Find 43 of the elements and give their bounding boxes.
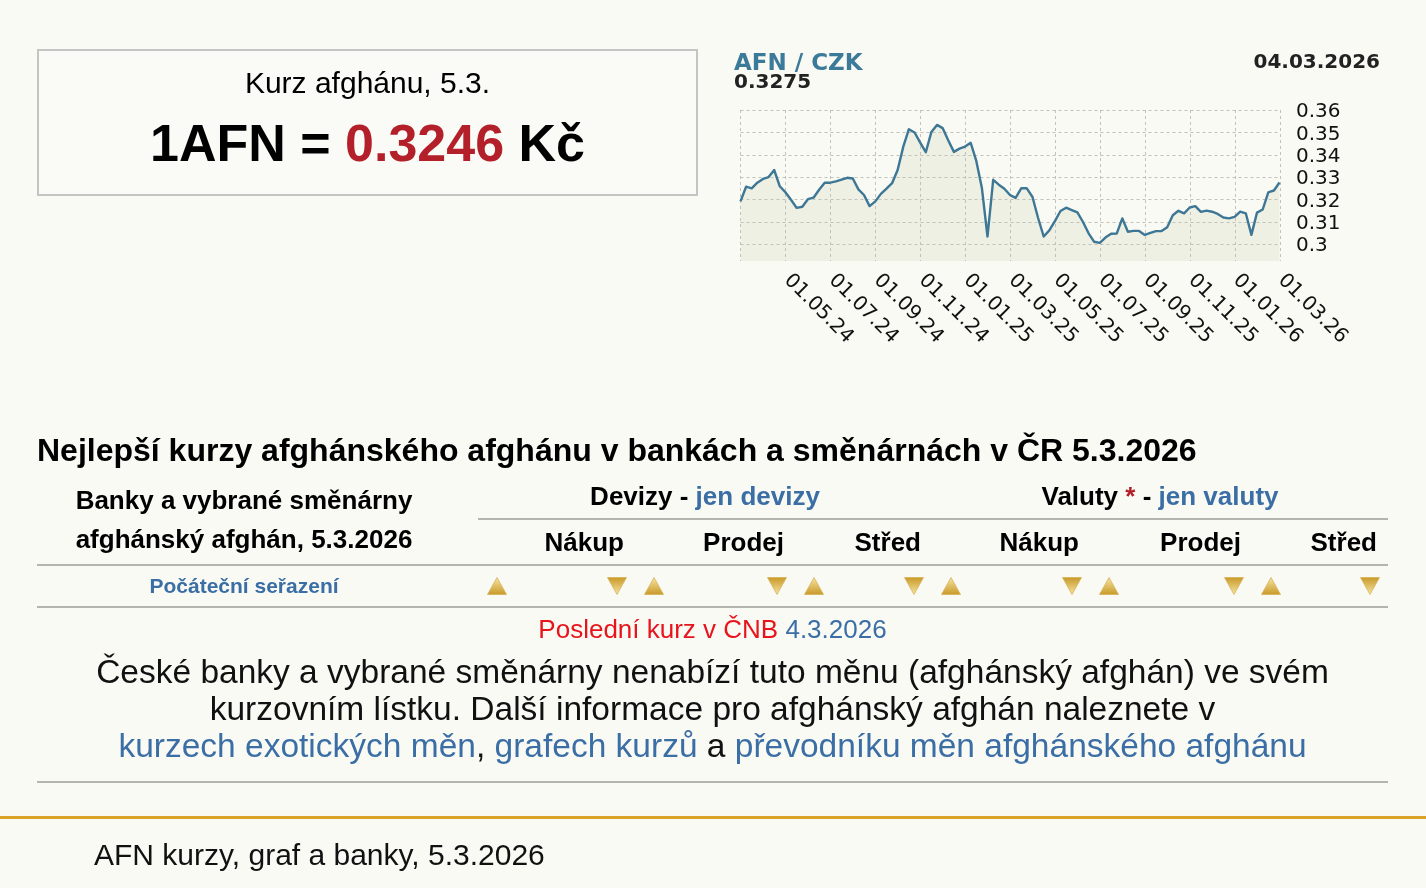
filter-link[interactable]: jen valuty xyxy=(1158,481,1279,511)
column-header: Prodej xyxy=(1159,525,1242,559)
y-axis-label: 0.31 xyxy=(1296,209,1341,234)
exchange-rate: 1AFN = 0.3246 Kč xyxy=(150,113,585,173)
cnb-note: Poslední kurz v ČNB 4.3.2026 xyxy=(537,614,888,644)
date-link[interactable]: 4.3.2026 xyxy=(785,614,887,644)
sort-up-icon[interactable] xyxy=(1099,577,1119,595)
column-header: Střed xyxy=(1309,525,1378,559)
y-axis-label: 0.32 xyxy=(1296,187,1341,212)
filter-link[interactable]: jen devizy xyxy=(695,481,820,511)
sort-up-icon[interactable] xyxy=(941,577,961,595)
column-group-header: Devizy - jen devizy xyxy=(590,481,820,511)
column-header: Nákup xyxy=(543,525,625,559)
column-group-header: Valuty * - jen valuty xyxy=(1041,481,1279,511)
sort-down-icon[interactable] xyxy=(607,577,627,595)
column-header: Nákup xyxy=(998,525,1080,559)
y-axis-label: 0.36 xyxy=(1296,98,1341,123)
section-heading: Nejlepší kurzy afghánského afghánu v bankách a směnárnách v ČR 5.3.2026 xyxy=(37,433,1198,467)
sort-up-icon[interactable] xyxy=(804,577,824,595)
sort-up-icon[interactable] xyxy=(1261,577,1281,595)
y-axis-label: 0.3 xyxy=(1296,232,1328,257)
sort-reset-link[interactable]: Počáteční seřazení xyxy=(149,574,339,598)
y-axis-label: 0.33 xyxy=(1296,165,1341,190)
y-axis-label: 0.34 xyxy=(1296,142,1341,167)
footer-text: AFN kurzy, graf a banky, 5.3.2026 xyxy=(94,838,545,871)
info-paragraph: České banky a vybrané směnárny nenabízí tuto měnu (afghánský afghán) ve svém kurzovním lístku. Další informace pro afghánský afghán naleznete v kurzech exotických měn, grafech kurzů a převodníku měn afghánského afghánu xyxy=(95,653,1330,766)
column-header: afghánský afghán, 5.3.2026 xyxy=(75,522,413,556)
rate-title: Kurz afghánu, 5.3. xyxy=(244,66,491,100)
sort-down-icon[interactable] xyxy=(1062,577,1082,595)
inline-link[interactable]: grafech kurzů xyxy=(494,727,698,764)
sort-up-icon[interactable] xyxy=(644,577,664,595)
sort-down-icon[interactable] xyxy=(1360,577,1380,595)
y-axis-label: 0.35 xyxy=(1296,120,1341,145)
column-header: Banky a vybrané směnárny xyxy=(75,483,413,517)
inline-link[interactable]: kurzech exotických měn xyxy=(118,727,476,764)
chart-date: 04.03.2026 xyxy=(1253,48,1380,73)
column-header: Prodej xyxy=(702,525,785,559)
sort-down-icon[interactable] xyxy=(904,577,924,595)
sort-up-icon[interactable] xyxy=(487,577,507,595)
inline-link[interactable]: převodníku měn afghánského afghánu xyxy=(734,727,1307,764)
sort-down-icon[interactable] xyxy=(767,577,787,595)
column-header: Střed xyxy=(853,525,922,559)
sort-down-icon[interactable] xyxy=(1224,577,1244,595)
